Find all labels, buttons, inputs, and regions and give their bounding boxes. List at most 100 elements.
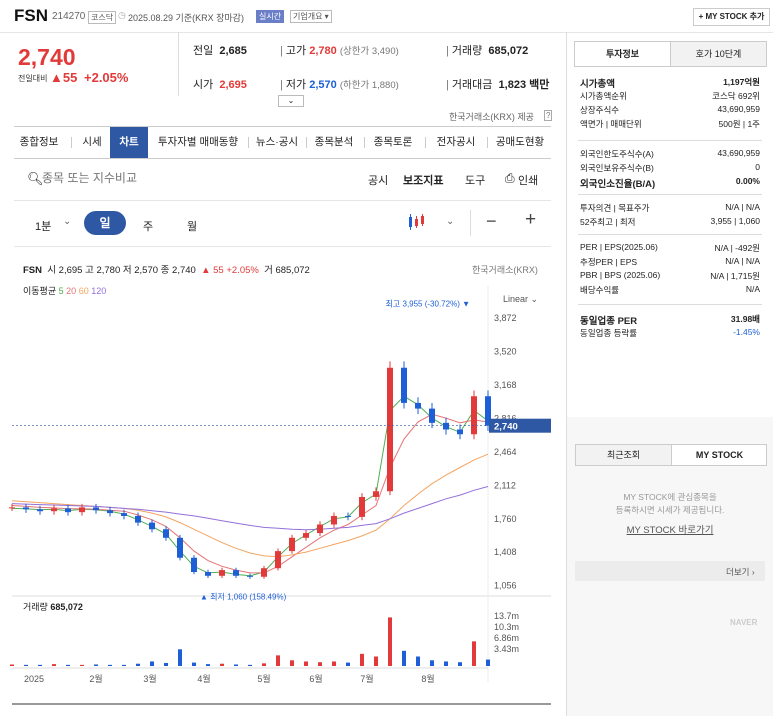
candle-body: [275, 551, 281, 569]
print-icon[interactable]: ⎙: [505, 171, 515, 186]
candle-body: [429, 408, 435, 423]
volume-bar: [38, 664, 42, 666]
invest-info-key: 액면가 | 매매단위: [580, 119, 642, 129]
tab-disclosure[interactable]: 전자공시: [428, 127, 484, 158]
market-tag: 코스닥: [88, 11, 117, 24]
volume-bar: [332, 661, 336, 666]
invest-info-row: 외국인보유주식수(B) 0: [580, 162, 760, 176]
volume-bar: [346, 662, 350, 666]
x-tick-label: 5월: [257, 673, 270, 684]
tab-orderbook[interactable]: 호가 10단계: [670, 42, 766, 66]
candle-body: [415, 402, 421, 409]
invest-info-key: 동일업종 등락률: [580, 328, 638, 338]
current-price-label: 2,740: [494, 422, 518, 433]
more-link[interactable]: 더보기 ›: [726, 566, 755, 578]
y-tick-label: 2,464: [494, 447, 517, 457]
open-price: 시가 2,695: [193, 79, 247, 91]
invest-info-value: N/A: [745, 284, 760, 294]
add-mystock-button[interactable]: + MY STOCK 추가: [693, 8, 770, 26]
tab-recent[interactable]: 최근조회: [576, 445, 671, 465]
company-overview-tag[interactable]: 기업개요 ▾: [290, 10, 332, 23]
interval-select[interactable]: 1분: [35, 218, 51, 234]
volume-bar: [150, 661, 154, 666]
mystock-link[interactable]: MY STOCK 바로가기: [575, 522, 765, 536]
tab-analysis[interactable]: 종목분석: [308, 127, 360, 158]
volume-bar: [178, 649, 182, 666]
volume-tick-label: 13.7m: [494, 611, 519, 621]
candle-type-icon[interactable]: [408, 214, 426, 233]
volume-bar: [388, 617, 392, 666]
invest-info-value: N/A | -492원: [714, 243, 760, 253]
tools-button[interactable]: 도구: [465, 172, 485, 188]
tab-invest-info[interactable]: 투자정보: [575, 42, 670, 66]
chevron-down-icon[interactable]: ⌄: [63, 216, 71, 227]
invest-info-key: PBR | BPS (2025.06): [580, 270, 661, 280]
tab-overview[interactable]: 종합정보: [14, 127, 64, 158]
print-button[interactable]: 인쇄: [518, 172, 538, 188]
candle-body: [149, 522, 155, 530]
period-day[interactable]: 일: [84, 211, 126, 235]
tab-discussion[interactable]: 종목토론: [367, 127, 419, 158]
tab-news[interactable]: 뉴스·공시: [251, 127, 303, 158]
tab-short-selling[interactable]: 공매도현황: [490, 127, 550, 158]
period-week[interactable]: 주: [143, 218, 153, 234]
invest-info-value: 500원 | 1주: [718, 119, 760, 129]
candle-body: [177, 537, 183, 558]
tab-chart[interactable]: 차트: [110, 127, 148, 158]
invest-info-value: 0.00%: [735, 176, 760, 186]
candle-body: [191, 557, 197, 572]
y-tick-label: 1,408: [494, 547, 517, 557]
tab-mystock[interactable]: MY STOCK: [671, 445, 767, 465]
y-tick-label: 3,520: [494, 347, 517, 357]
volume-bar: [416, 656, 420, 666]
volume-tick-label: 10.3m: [494, 622, 519, 632]
volume-bar: [220, 663, 224, 666]
volume-bar: [192, 662, 196, 666]
volume-stat: | 거래량 685,072: [446, 45, 529, 57]
invest-info-value: 1,197억원: [723, 77, 760, 87]
invest-info-key: 시가총액순위: [580, 91, 627, 101]
volume-bar: [164, 662, 168, 666]
candle-body: [233, 570, 239, 576]
expand-toggle[interactable]: ⌄: [278, 95, 304, 107]
disclosure-button[interactable]: 공시: [368, 172, 388, 188]
invest-info-key: 시가총액: [580, 79, 615, 90]
tab-price[interactable]: 시세: [74, 127, 110, 158]
invest-info-row: 상장주식수 43,690,959: [580, 104, 760, 118]
candle-body: [37, 509, 43, 512]
invest-info-key: 외국인보유주식수(B): [580, 163, 654, 173]
invest-tabs: 투자정보 호가 10단계: [574, 41, 767, 67]
invest-info-row: 투자의견 | 목표주가 N/A | N/A: [580, 202, 760, 216]
volume-bar: [360, 653, 364, 666]
candle-body: [261, 568, 267, 577]
x-tick-label: 7월: [360, 673, 373, 684]
date-text: 2025.08.29 기준(KRX 장마감): [128, 13, 244, 23]
help-icon[interactable]: ?: [544, 110, 553, 121]
volume-bar: [234, 664, 238, 666]
invest-info-key: 52주최고 | 최저: [580, 217, 636, 227]
candle-body: [457, 429, 463, 435]
candle-body: [93, 507, 99, 511]
candle-body: [51, 508, 57, 512]
tab-investor[interactable]: 투자자별 매매동향: [152, 127, 244, 158]
invest-info-row: 배당수익률 N/A: [580, 284, 760, 298]
y-tick-label: 1,056: [494, 581, 517, 591]
chart-type-chevron-icon[interactable]: ⌄: [446, 216, 454, 227]
invest-info-row: PER | EPS(2025.06) N/A | -492원: [580, 242, 760, 256]
indicator-button[interactable]: 보조지표: [403, 172, 443, 188]
compare-search-input[interactable]: [42, 170, 242, 186]
realtime-tag[interactable]: 실시간: [256, 10, 285, 23]
main-tabs: 종합정보 시세 차트 투자자별 매매동향 뉴스·공시 종목분석 종목토론 전자공…: [14, 126, 551, 159]
volume-bar: [374, 656, 378, 666]
volume-tick-label: 6.86m: [494, 633, 519, 643]
period-month[interactable]: 월: [187, 218, 197, 234]
ma-60-line: [11, 453, 489, 558]
stock-code: 214270: [52, 11, 86, 22]
candle-body: [345, 515, 351, 517]
zoom-out-icon[interactable]: −: [486, 211, 497, 232]
invest-info-key: 외국인한도주식수(A): [580, 149, 654, 159]
zoom-in-icon[interactable]: +: [525, 209, 536, 231]
invest-info-row: 외국인한도주식수(A) 43,690,959: [580, 148, 760, 162]
price-chart[interactable]: 3,8723,5203,1682,8162,4642,1121,7601,408…: [0, 246, 553, 706]
invest-info-key: PER | EPS(2025.06): [580, 242, 658, 252]
